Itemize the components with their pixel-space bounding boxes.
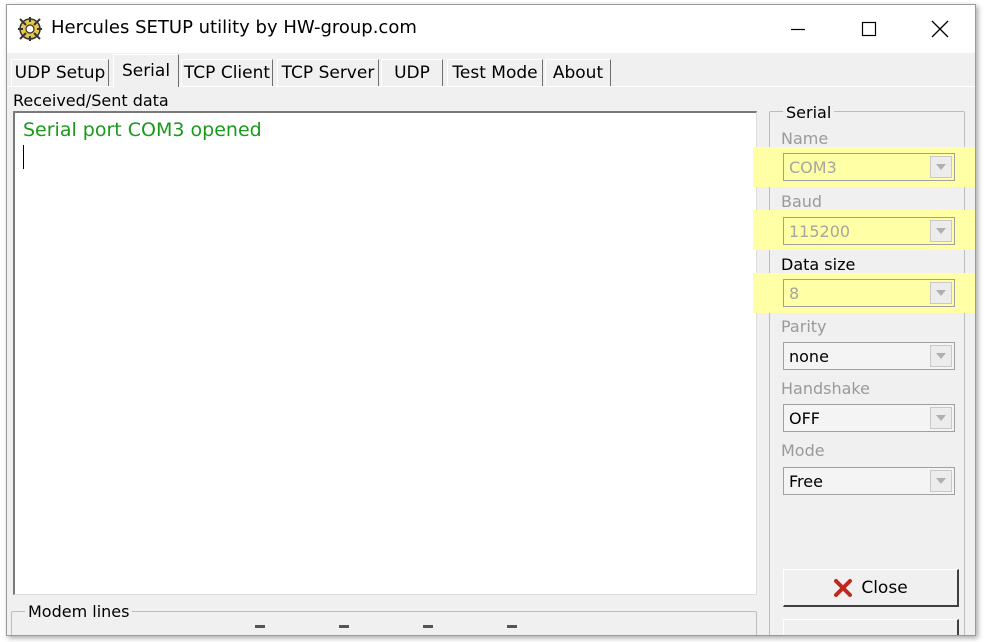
modem-line-indicator xyxy=(255,625,265,628)
mode-label: Mode xyxy=(781,441,825,460)
app-window: Hercules SETUP utility by HW-group.com U… xyxy=(6,4,976,636)
received-sent-textarea[interactable]: Serial port COM3 opened xyxy=(13,111,757,595)
tab-about[interactable]: About xyxy=(545,59,611,86)
close-x-icon xyxy=(833,578,853,598)
dropdown-arrow-icon[interactable] xyxy=(930,282,952,304)
tab-udp-setup[interactable]: UDP Setup xyxy=(11,59,109,86)
maximize-button[interactable] xyxy=(834,5,904,53)
tab-serial[interactable]: Serial xyxy=(113,54,179,87)
dropdown-arrow-icon[interactable] xyxy=(930,156,952,178)
handshake-label: Handshake xyxy=(781,379,870,398)
baud-label: Baud xyxy=(781,192,823,211)
baud-select[interactable]: 115200 xyxy=(783,217,955,245)
parity-select[interactable]: none xyxy=(783,342,955,370)
close-port-button[interactable]: Close xyxy=(783,569,959,607)
serial-group-title: Serial xyxy=(783,103,835,122)
hercules-app-icon xyxy=(17,16,43,42)
parity-value: none xyxy=(789,347,829,366)
tab-tcp-server[interactable]: TCP Server xyxy=(277,59,379,86)
handshake-value: OFF xyxy=(789,409,820,428)
handshake-select[interactable]: OFF xyxy=(783,404,955,432)
received-sent-label: Received/Sent data xyxy=(13,91,169,110)
name-select[interactable]: COM3 xyxy=(783,153,955,181)
minimize-button[interactable] xyxy=(763,5,833,53)
mode-select[interactable]: Free xyxy=(783,467,955,495)
window-title: Hercules SETUP utility by HW-group.com xyxy=(51,17,417,38)
title-bar: Hercules SETUP utility by HW-group.com xyxy=(7,5,975,53)
data-size-label: Data size xyxy=(781,255,856,274)
close-button-label: Close xyxy=(861,577,908,598)
text-caret xyxy=(23,145,24,169)
close-window-button[interactable] xyxy=(905,5,975,53)
baud-value: 115200 xyxy=(789,222,851,241)
name-value: COM3 xyxy=(789,158,837,177)
serial-settings-group xyxy=(769,111,965,635)
name-label: Name xyxy=(781,129,829,148)
tab-udp[interactable]: UDP xyxy=(381,59,443,86)
dropdown-arrow-icon[interactable] xyxy=(930,407,952,429)
received-log-line: Serial port COM3 opened xyxy=(23,119,262,141)
modem-line-indicator xyxy=(507,625,517,628)
tab-tcp-client[interactable]: TCP Client xyxy=(181,59,273,86)
tab-test-mode[interactable]: Test Mode xyxy=(447,59,543,86)
parity-label: Parity xyxy=(781,317,827,336)
maximize-icon xyxy=(861,21,877,37)
mode-value: Free xyxy=(789,472,823,491)
tab-strip: UDP Setup Serial TCP Client TCP Server U… xyxy=(7,53,975,89)
close-icon xyxy=(931,20,949,38)
data-size-value: 8 xyxy=(789,284,800,303)
dropdown-arrow-icon[interactable] xyxy=(930,470,952,492)
dropdown-arrow-icon[interactable] xyxy=(930,345,952,367)
secondary-button[interactable] xyxy=(783,619,959,635)
modem-line-indicator xyxy=(423,625,433,628)
minimize-icon xyxy=(790,21,806,37)
dropdown-arrow-icon[interactable] xyxy=(930,220,952,242)
modem-line-indicator xyxy=(339,625,349,628)
data-size-select[interactable]: 8 xyxy=(783,279,955,307)
modem-lines-label: Modem lines xyxy=(25,602,133,621)
